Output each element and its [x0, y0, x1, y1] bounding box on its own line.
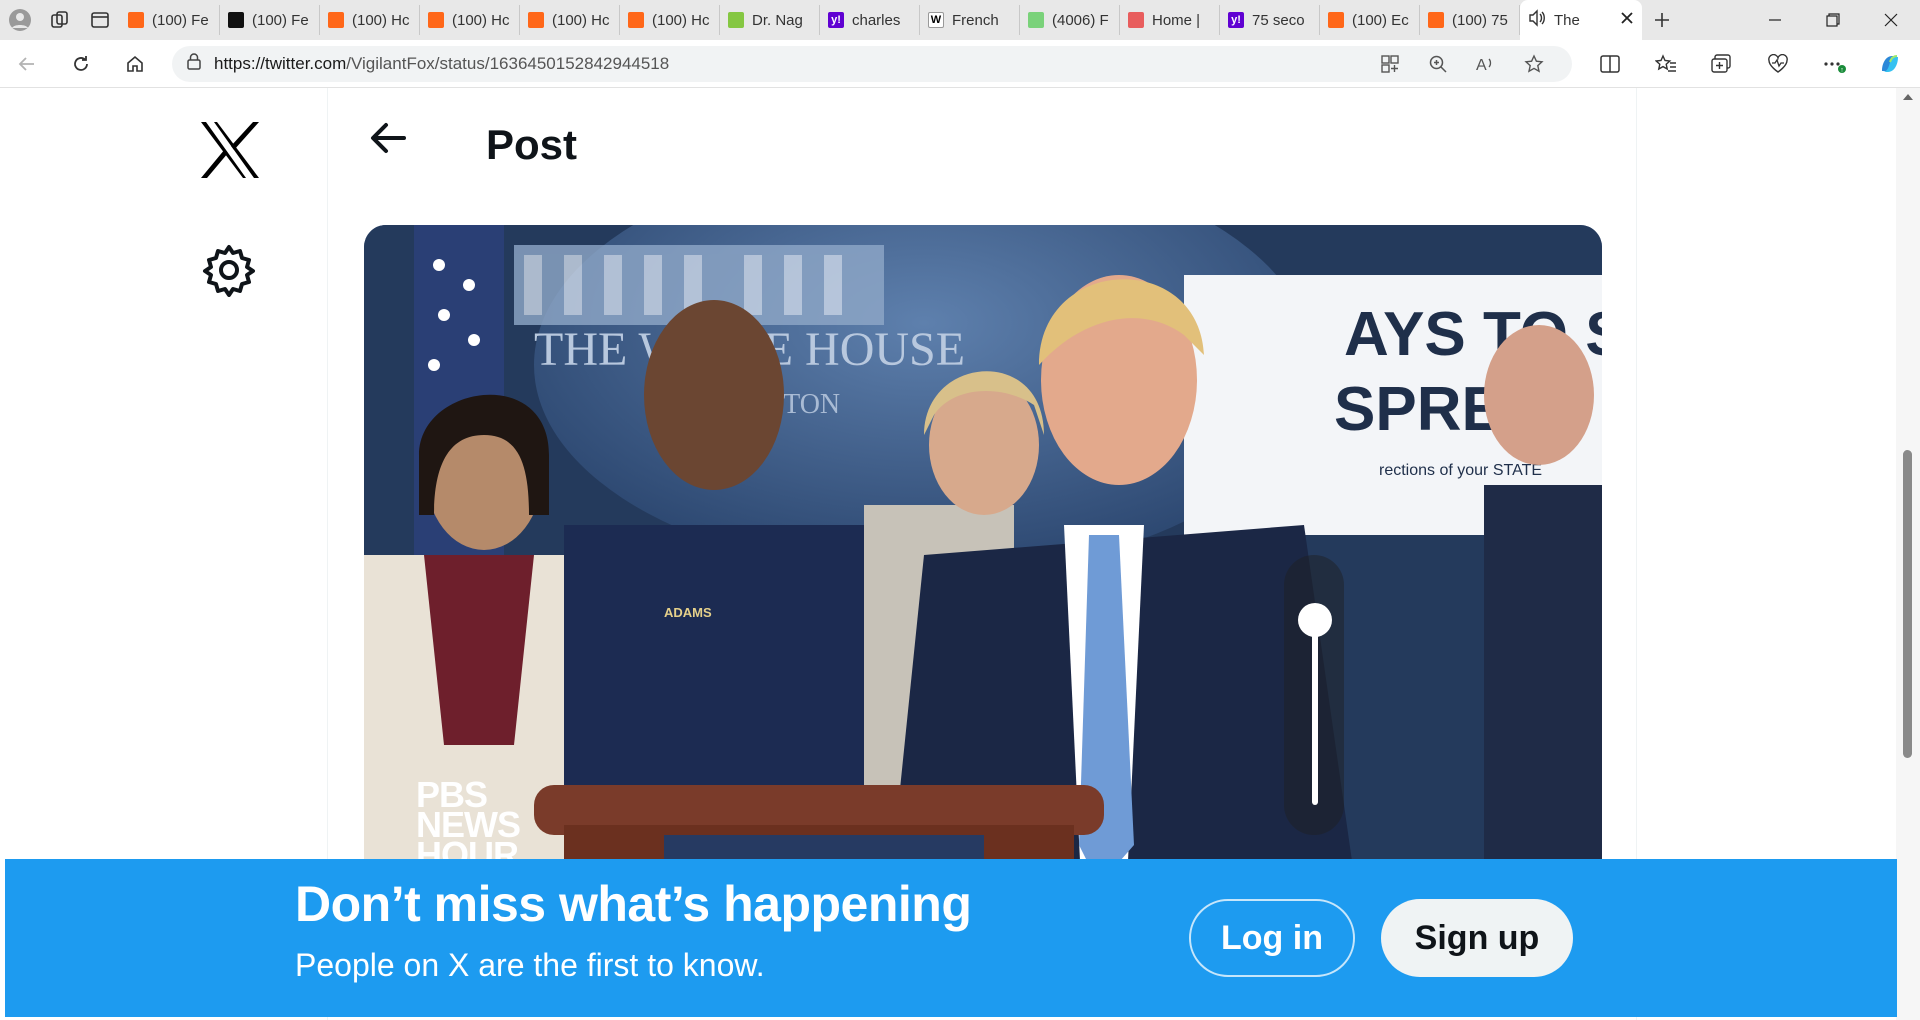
- scrollbar-thumb[interactable]: [1903, 450, 1912, 758]
- speaker-icon[interactable]: [1528, 9, 1546, 31]
- page-title: Post: [486, 121, 578, 168]
- site-icon: [1128, 12, 1144, 28]
- settings-gear-icon[interactable]: [202, 243, 256, 297]
- tab-title: (100) Hc: [452, 11, 510, 29]
- banner-subtext: People on X are the first to know.: [295, 947, 765, 983]
- tab-title: (100) Hc: [352, 11, 410, 29]
- favorites-icon[interactable]: [1638, 40, 1694, 88]
- svg-text:A: A: [1476, 57, 1487, 73]
- tab-active[interactable]: The: [1520, 0, 1642, 40]
- settings-more-icon[interactable]: ↑: [1806, 40, 1862, 88]
- tab-9[interactable]: (4006) F: [1020, 5, 1120, 35]
- url-host: https://twitter.com: [214, 53, 347, 73]
- scroll-up-icon[interactable]: [1896, 88, 1920, 106]
- tab-title: (100) 75: [1452, 11, 1508, 29]
- profile-icon[interactable]: [0, 0, 40, 40]
- close-window-icon[interactable]: [1862, 0, 1920, 40]
- scrollbar[interactable]: [1896, 88, 1920, 1020]
- tab-title: (100) Hc: [552, 11, 610, 29]
- lock-icon[interactable]: [186, 52, 202, 75]
- split-screen-icon[interactable]: [1582, 40, 1638, 88]
- address-bar: https://twitter.com/VigilantFox/status/1…: [0, 40, 1920, 88]
- tab-6[interactable]: Dr. Nag: [720, 5, 820, 35]
- tab-13[interactable]: (100) 75: [1420, 5, 1520, 35]
- refresh-icon[interactable]: [54, 40, 108, 88]
- pbs-watermark: PBS NEWS HOUR: [416, 777, 521, 873]
- tab-1[interactable]: (100) Fe: [220, 5, 320, 35]
- substack-icon: [428, 12, 444, 28]
- tab-4[interactable]: (100) Hc: [520, 5, 620, 35]
- app-available-icon[interactable]: [1366, 54, 1414, 73]
- login-button[interactable]: Log in: [1189, 899, 1355, 977]
- tab-bar: (100) Fe (100) Fe (100) Hc (100) Hc (100) Hc…: [0, 0, 1920, 40]
- restore-icon[interactable]: [1804, 0, 1862, 40]
- site-icon: [228, 12, 244, 28]
- tab-11[interactable]: y! 75 seco: [1220, 5, 1320, 35]
- tab-title: 75 seco: [1252, 11, 1305, 29]
- substack-icon: [628, 12, 644, 28]
- zoom-icon[interactable]: [1414, 55, 1462, 73]
- tab-title: (100) Ec: [1352, 11, 1409, 29]
- copilot-icon[interactable]: [1862, 40, 1918, 88]
- read-aloud-icon[interactable]: A: [1462, 55, 1510, 73]
- video-player[interactable]: THE WHITE HOUSE WASHINGTON AYS TO S SPRE…: [364, 225, 1602, 945]
- url-field[interactable]: https://twitter.com/VigilantFox/status/1…: [172, 45, 1572, 82]
- tab-title: (100) Hc: [652, 11, 710, 29]
- tab-8[interactable]: W French: [920, 5, 1020, 35]
- page-content: Post THE WHITE HOUSE WASHINGTON AYS TO S…: [0, 88, 1920, 1020]
- substack-icon: [1328, 12, 1344, 28]
- tab-title: Dr. Nag: [752, 11, 803, 29]
- tab-title: (100) Fe: [152, 11, 209, 29]
- rumble-icon: [728, 12, 744, 28]
- substack-icon: [528, 12, 544, 28]
- tab-actions-icon[interactable]: [80, 0, 120, 40]
- tab-title: (4006) F: [1052, 11, 1109, 29]
- signup-banner: Don’t miss what’s happening People on X …: [5, 859, 1897, 1017]
- sign-small: rections of your STATE: [1379, 462, 1542, 479]
- signup-button[interactable]: Sign up: [1381, 899, 1573, 977]
- tab-title: French: [952, 11, 999, 29]
- yahoo-icon: y!: [1228, 12, 1244, 28]
- name-tag: ADAMS: [664, 605, 712, 620]
- browser-essentials-icon[interactable]: [1750, 40, 1806, 88]
- back-arrow-icon[interactable]: [368, 118, 418, 158]
- x-logo-icon[interactable]: [198, 120, 262, 180]
- tab-title: The: [1554, 11, 1580, 29]
- tab-2[interactable]: (100) Hc: [320, 5, 420, 35]
- back-nav-icon[interactable]: [0, 40, 54, 88]
- substack-icon: [128, 12, 144, 28]
- substack-icon: [328, 12, 344, 28]
- tab-12[interactable]: (100) Ec: [1320, 5, 1420, 35]
- tab-title: (100) Fe: [252, 11, 309, 29]
- tab-3[interactable]: (100) Hc: [420, 5, 520, 35]
- substack-icon: [1428, 12, 1444, 28]
- volume-knob[interactable]: [1298, 603, 1332, 637]
- wikipedia-icon: W: [928, 12, 944, 28]
- url-text: https://twitter.com/VigilantFox/status/1…: [214, 54, 1366, 74]
- favorite-star-icon[interactable]: [1510, 53, 1558, 74]
- tab-title: charles: [852, 11, 901, 29]
- tab-10[interactable]: Home |: [1120, 5, 1220, 35]
- new-tab-icon[interactable]: [1642, 0, 1682, 40]
- home-icon[interactable]: [108, 40, 162, 88]
- close-tab-icon[interactable]: [1620, 11, 1634, 29]
- banner-headline: Don’t miss what’s happening: [295, 876, 972, 932]
- url-path: /VigilantFox/status/1636450152842944518: [346, 53, 670, 73]
- video-frame: THE WHITE HOUSE WASHINGTON AYS TO S SPRE…: [364, 225, 1602, 945]
- collections-icon[interactable]: [1694, 40, 1750, 88]
- tab-0[interactable]: (100) Fe: [120, 5, 220, 35]
- svg-text:↑: ↑: [1840, 67, 1844, 74]
- yahoo-icon: y!: [828, 12, 844, 28]
- minimize-icon[interactable]: [1746, 0, 1804, 40]
- tab-7[interactable]: y! charles: [820, 5, 920, 35]
- volume-slider[interactable]: [1284, 555, 1344, 835]
- tab-title: Home |: [1152, 11, 1201, 29]
- workspaces-icon[interactable]: [40, 0, 80, 40]
- grammarly-icon: [1028, 12, 1044, 28]
- tab-5[interactable]: (100) Hc: [620, 5, 720, 35]
